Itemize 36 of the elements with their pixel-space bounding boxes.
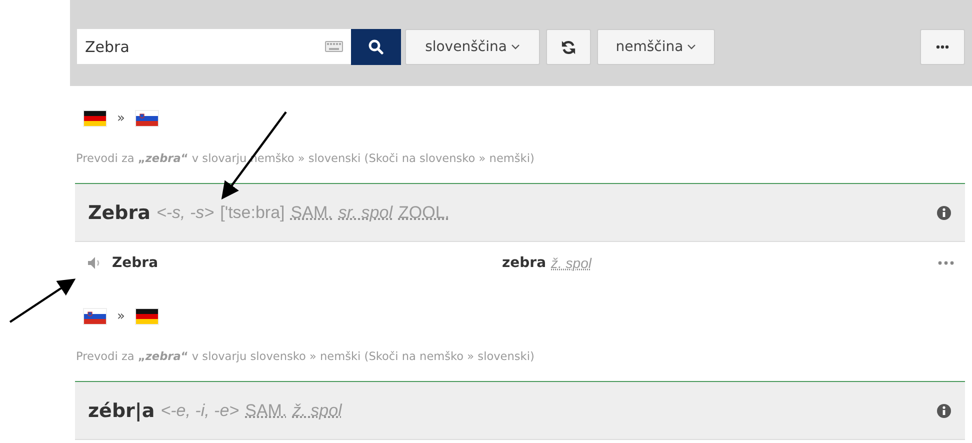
target-language-dropdown[interactable]: nemščina — [597, 29, 715, 65]
direction-separator: » — [117, 308, 125, 324]
info-icon[interactable] — [937, 206, 951, 220]
search-icon — [368, 39, 384, 55]
german-flag-icon — [134, 308, 159, 324]
slovenian-flag-icon — [83, 308, 107, 324]
abbreviation: SAM. — [245, 400, 287, 420]
abbreviation: ž. spol — [292, 400, 342, 420]
swap-languages-button[interactable] — [546, 29, 591, 65]
annotation-arrow — [9, 278, 76, 323]
abbreviation: sr. spol — [338, 202, 392, 222]
pronunciation: ['tse:bra] — [220, 202, 285, 222]
abbreviation: ZOOL. — [398, 202, 450, 222]
abbreviation: SAM. — [290, 202, 332, 222]
speaker-icon[interactable] — [88, 257, 102, 269]
translation-word: zebra — [502, 255, 546, 271]
search-button[interactable] — [351, 29, 401, 65]
caret-icon — [510, 44, 520, 50]
abbreviation: ž. spol — [551, 255, 592, 271]
source-language-dropdown[interactable]: slovenščina — [405, 29, 540, 65]
more-icon — [936, 45, 949, 49]
slovenian-flag-icon — [134, 110, 159, 126]
headword: zébr|a — [88, 400, 155, 422]
inflection: <-e, -i, -e> — [160, 400, 240, 420]
more-icon[interactable] — [938, 261, 954, 265]
dictionary-info-text: Prevodi za „zebra“ v slovarju nemško » slovenski (Skoči na slovensko » nemški) — [76, 152, 536, 165]
german-flag-icon — [83, 110, 107, 126]
headword: Zebra — [88, 202, 150, 224]
search-field[interactable]: Zebra — [77, 29, 351, 64]
inflection: <-s, -s> — [156, 202, 214, 222]
source-word: Zebra — [112, 255, 160, 271]
caret-icon — [687, 44, 696, 50]
dictionary-info-text: Prevodi za „zebra“ v slovarju slovensko » nemški (Skoči na nemško » slovenski) — [76, 350, 536, 363]
info-icon[interactable] — [937, 404, 951, 418]
direction-separator: » — [117, 110, 125, 126]
refresh-icon — [561, 40, 576, 54]
